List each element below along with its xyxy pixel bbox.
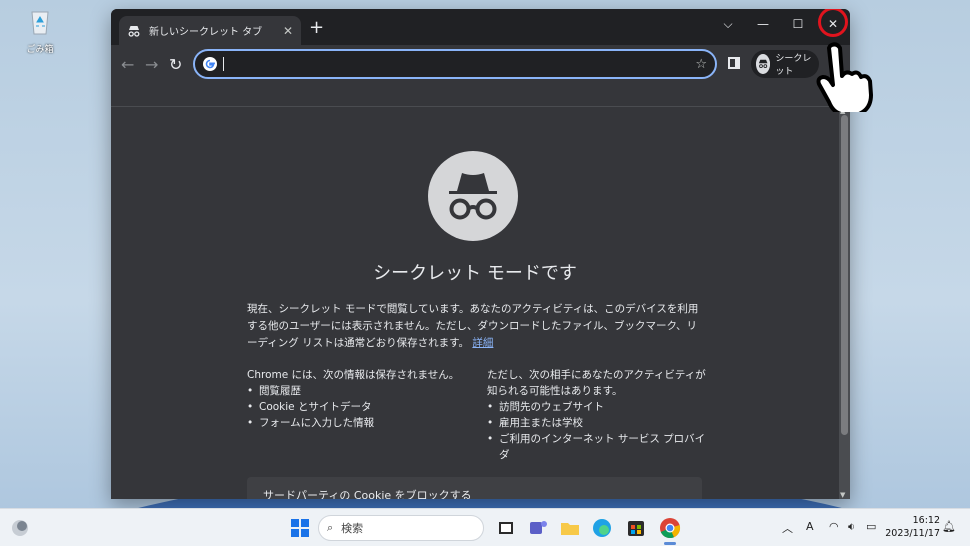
active-app-indicator: [664, 542, 676, 545]
list-item: ご利用のインターネット サービス プロバイダ: [487, 431, 709, 463]
store-icon[interactable]: [624, 516, 648, 540]
battery-icon[interactable]: ▭: [866, 520, 876, 533]
list-item: フォームに入力した情報: [247, 415, 473, 431]
address-bar[interactable]: ☆: [193, 49, 717, 79]
list-item: 雇用主または学校: [487, 415, 709, 431]
tab-close-icon[interactable]: ✕: [283, 24, 293, 38]
incognito-page: シークレット モードです 現在、シークレット モードで閲覧しています。あなたのア…: [111, 107, 839, 499]
widgets-icon[interactable]: [8, 516, 32, 540]
incognito-avatar-icon: [756, 54, 771, 74]
new-tab-button[interactable]: +: [309, 17, 324, 38]
learn-more-link[interactable]: 詳細: [472, 337, 493, 349]
tray-chevron-icon[interactable]: ︿: [782, 520, 793, 536]
minimize-button[interactable]: —: [746, 9, 780, 39]
wifi-icon[interactable]: ◠: [829, 520, 839, 533]
reload-icon[interactable]: ↻: [169, 55, 182, 74]
address-input[interactable]: [223, 57, 696, 71]
search-icon: ⌕: [327, 521, 334, 534]
visible-to-heading: ただし、次の相手にあなたのアクティビティが知られる可能性はあります。: [487, 369, 706, 397]
google-icon: [203, 57, 217, 71]
toolbar: ← → ↻ ☆ シークレット: [111, 45, 850, 83]
ime-icon[interactable]: A: [806, 520, 814, 533]
page-description: 現在、シークレット モードで閲覧しています。あなたのアクティビティは、このデバイ…: [247, 301, 707, 352]
list-item: Cookie とサイトデータ: [247, 399, 473, 415]
toolbar-divider: [111, 83, 850, 107]
tab-search-icon[interactable]: ⌵: [711, 9, 745, 39]
list-item: 閲覧履歴: [247, 383, 473, 399]
scrollbar-thumb[interactable]: [841, 115, 848, 435]
chrome-icon[interactable]: [658, 516, 682, 540]
tab-title: 新しいシークレット タブ: [149, 27, 263, 38]
incognito-hero-icon: [428, 151, 518, 241]
page-headline: シークレット モードです: [373, 263, 577, 284]
back-icon[interactable]: ←: [121, 55, 134, 74]
pointer-hand-icon: [816, 42, 873, 112]
browser-window: 新しいシークレット タブ ✕ + ⌵ — ☐ ✕ ← → ↻ ☆ シークレット …: [111, 9, 850, 499]
tab-incognito[interactable]: 新しいシークレット タブ ✕: [119, 16, 301, 45]
file-explorer-icon[interactable]: [558, 516, 582, 540]
page-scrollbar[interactable]: ▲ ▼: [839, 107, 850, 499]
incognito-icon: [128, 25, 140, 37]
bookmark-star-icon[interactable]: ☆: [695, 57, 707, 72]
recycle-bin-label: ごみ箱: [26, 45, 54, 55]
notification-bell-icon[interactable]: 🔔︎: [942, 520, 956, 533]
visible-to-column: ただし、次の相手にあなたのアクティビティが知られる可能性はあります。 訪問先のウ…: [487, 367, 709, 463]
clock-time: 16:12: [912, 515, 940, 526]
volume-icon[interactable]: 🔉︎: [848, 520, 855, 534]
search-label: 検索: [341, 522, 364, 535]
side-panel-icon[interactable]: [728, 57, 740, 69]
task-view-icon[interactable]: [494, 516, 518, 540]
title-bar: 新しいシークレット タブ ✕ + ⌵ — ☐ ✕: [111, 9, 850, 45]
recycle-bin[interactable]: ごみ箱: [18, 6, 62, 55]
not-saved-column: Chrome には、次の情報は保存されません。 閲覧履歴 Cookie とサイト…: [247, 367, 473, 431]
maximize-button[interactable]: ☐: [781, 9, 815, 39]
third-party-cookie-card[interactable]: サードパーティの Cookie をブロックする: [247, 477, 702, 499]
start-icon[interactable]: [288, 516, 312, 540]
clock-date: 2023/11/17: [885, 528, 940, 539]
recycle-bin-icon: [31, 11, 49, 35]
teams-icon[interactable]: [526, 516, 550, 540]
forward-icon[interactable]: →: [145, 55, 158, 74]
edge-icon[interactable]: [590, 516, 614, 540]
list-item: 訪問先のウェブサイト: [487, 399, 709, 415]
scroll-down-icon[interactable]: ▼: [840, 491, 845, 499]
taskbar: ⌕ 検索 ︿ A ◠ 🔉︎ ▭ 16:12 2023/11/17 🔔︎: [0, 508, 970, 546]
taskbar-search[interactable]: ⌕ 検索: [318, 515, 484, 541]
clock[interactable]: 16:12 2023/11/17: [885, 514, 940, 540]
not-saved-heading: Chrome には、次の情報は保存されません。: [247, 369, 460, 381]
